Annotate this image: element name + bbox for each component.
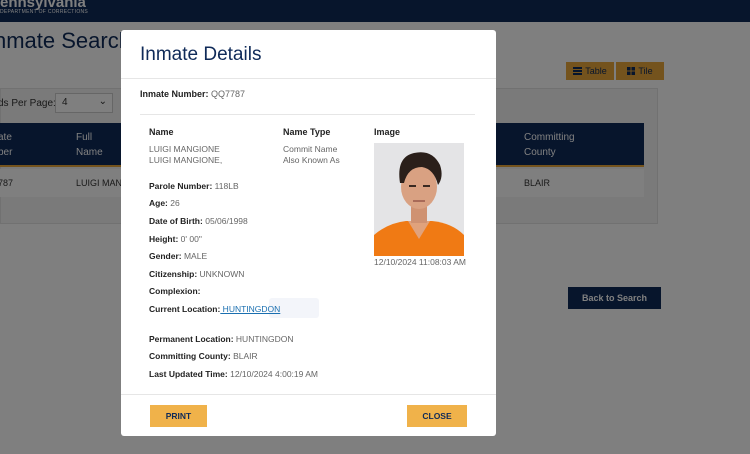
- gender-row: Gender: MALE: [149, 251, 208, 261]
- name-type-entry: Also Known As: [283, 155, 340, 165]
- inmate-number-label: Inmate Number:: [140, 89, 209, 99]
- permanent-location-row: Permanent Location: HUNTINGDON: [149, 334, 294, 344]
- committing-county-row: Committing County: BLAIR: [149, 351, 258, 361]
- section-divider: [140, 114, 475, 115]
- inmate-number-value: QQ7787: [211, 89, 246, 99]
- print-button[interactable]: PRINT: [150, 405, 207, 427]
- age-row: Age: 26: [149, 198, 180, 208]
- footer-divider: [121, 394, 496, 395]
- image-column-header: Image: [374, 127, 401, 137]
- inmate-number-row: Inmate Number: QQ7787: [140, 89, 245, 99]
- name-list: LUIGI MANGIONE LUIGI MANGIONE,: [149, 144, 222, 166]
- name-type-column-header: Name Type: [283, 127, 331, 137]
- name-entry: LUIGI MANGIONE: [149, 144, 220, 154]
- height-row: Height: 0' 00": [149, 234, 202, 244]
- inmate-details-modal: Inmate Details Inmate Number: QQ7787 Nam…: [121, 30, 496, 436]
- modal-title: Inmate Details: [140, 44, 262, 65]
- citizenship-row: Citizenship: UNKNOWN: [149, 269, 245, 279]
- name-type-entry: Commit Name: [283, 144, 338, 154]
- date-of-birth-row: Date of Birth: 05/06/1998: [149, 216, 248, 226]
- name-type-list: Commit Name Also Known As: [283, 144, 340, 166]
- close-button[interactable]: CLOSE: [407, 405, 467, 427]
- complexion-row: Complexion:: [149, 286, 201, 296]
- current-location-link[interactable]: HUNTINGDON: [220, 304, 281, 314]
- name-column-header: Name: [149, 127, 174, 137]
- name-entry: LUIGI MANGIONE,: [149, 155, 223, 165]
- photo-timestamp: 12/10/2024 11:08:03 AM: [374, 257, 467, 267]
- inmate-photo: [374, 143, 464, 256]
- parole-number-row: Parole Number: 118LB: [149, 181, 239, 191]
- title-divider: [121, 78, 496, 79]
- last-updated-row: Last Updated Time: 12/10/2024 4:00:19 AM: [149, 369, 318, 379]
- current-location-row: Current Location: HUNTINGDON: [149, 304, 281, 314]
